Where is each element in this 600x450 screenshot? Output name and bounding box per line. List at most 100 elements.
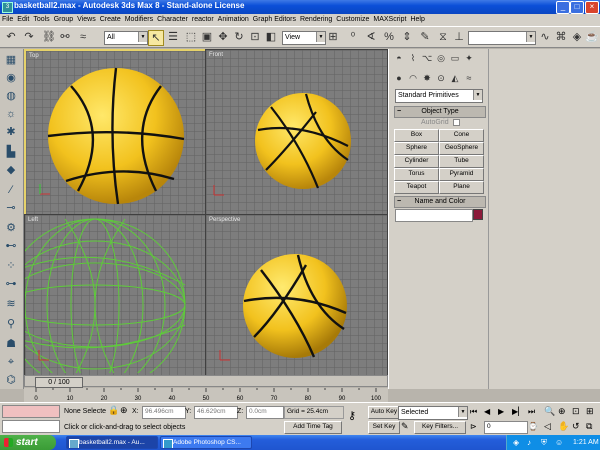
autogrid-checkbox[interactable] bbox=[453, 119, 460, 126]
pivot-point-icon[interactable]: ⊞ bbox=[326, 30, 340, 44]
select-and-scale-icon[interactable]: ⊡ bbox=[248, 30, 262, 44]
torus-button[interactable]: Torus bbox=[394, 168, 439, 181]
snap-toggle-icon[interactable]: ⁰ bbox=[346, 30, 360, 44]
particles-icon[interactable]: ⁘ bbox=[3, 259, 19, 273]
unlink-icon[interactable]: ⚯ bbox=[58, 30, 72, 44]
x-coordinate-field[interactable]: 96.496cm bbox=[142, 406, 186, 419]
select-manipulate-icon[interactable]: ◧ bbox=[264, 30, 278, 44]
spacewarps-subtab-icon[interactable]: ≈ bbox=[463, 72, 475, 84]
go-to-end-icon[interactable]: ⏭ bbox=[528, 406, 535, 417]
time-slider-thumb[interactable]: 0 / 100 bbox=[35, 377, 83, 388]
lights-icon[interactable]: ☼ bbox=[3, 107, 19, 121]
create-tab-icon[interactable]: ◓ bbox=[393, 52, 405, 64]
schematic-view-icon[interactable]: ⌘ bbox=[554, 30, 568, 44]
set-key-button[interactable]: Set Key bbox=[368, 421, 400, 434]
go-to-start-icon[interactable]: ⏮ bbox=[470, 406, 477, 417]
render-icon[interactable]: ☕ bbox=[585, 30, 599, 44]
zoom-icon[interactable]: 🔍 bbox=[544, 406, 555, 417]
menu-tools[interactable]: Tools bbox=[31, 14, 51, 26]
align-icon[interactable]: ⊥ bbox=[452, 30, 466, 44]
security-icon[interactable]: ⛨ bbox=[541, 435, 547, 450]
key-mode-dropdown[interactable]: Selected ▼ bbox=[398, 406, 468, 420]
motion-tab-icon[interactable]: ◎ bbox=[435, 52, 447, 64]
maxscript-mini-listener[interactable] bbox=[2, 420, 60, 433]
menu-rendering[interactable]: Rendering bbox=[298, 14, 334, 26]
viewport-left[interactable]: Left bbox=[24, 214, 206, 376]
select-by-name-icon[interactable]: ☰ bbox=[166, 30, 180, 44]
menu-reactor[interactable]: reactor bbox=[190, 14, 216, 26]
objects-icon[interactable]: ▦ bbox=[3, 53, 19, 67]
key-filters-button[interactable]: Key Filters... bbox=[414, 421, 466, 434]
zoom-extents-icon[interactable]: ⊡ bbox=[572, 406, 580, 417]
helpers-icon[interactable]: ▙ bbox=[3, 145, 19, 159]
field-of-view-icon[interactable]: ◁ bbox=[544, 421, 551, 432]
network-icon[interactable]: ◈ bbox=[513, 435, 519, 450]
add-time-tag-button[interactable]: Add Time Tag bbox=[284, 421, 342, 434]
zoom-extents-all-icon[interactable]: ⊞ bbox=[586, 406, 594, 417]
viewport-perspective[interactable]: Perspective bbox=[205, 214, 388, 376]
arc-rotate-icon[interactable]: ↺ bbox=[572, 421, 580, 432]
object-color-swatch[interactable] bbox=[473, 209, 483, 220]
pyramid-button[interactable]: Pyramid bbox=[439, 168, 484, 181]
utilities-tab-icon[interactable]: ✦ bbox=[463, 52, 475, 64]
hierarchy-tab-icon[interactable]: ⌥ bbox=[421, 52, 433, 64]
bind-space-warp-icon[interactable]: ≈ bbox=[76, 30, 90, 44]
select-and-rotate-icon[interactable]: ↻ bbox=[232, 30, 246, 44]
window-crossing-icon[interactable]: ▣ bbox=[200, 30, 214, 44]
character-icon[interactable]: ⚲ bbox=[3, 317, 19, 331]
modify-tab-icon[interactable]: ⌇ bbox=[407, 52, 419, 64]
pan-icon[interactable]: ✋ bbox=[558, 421, 569, 432]
shapes-icon[interactable]: ◉ bbox=[3, 71, 19, 85]
menu-group[interactable]: Group bbox=[52, 14, 75, 26]
current-frame-field[interactable]: 0 bbox=[484, 421, 528, 434]
maximize-button[interactable]: □ bbox=[570, 1, 584, 14]
object-name-input[interactable] bbox=[395, 209, 473, 222]
plane-button[interactable]: Plane bbox=[439, 181, 484, 194]
key-mode-toggle-icon[interactable]: ⊳ bbox=[470, 421, 477, 432]
angle-snap-icon[interactable]: ∢ bbox=[364, 30, 378, 44]
track-bar[interactable]: 0 10 20 30 40 50 60 70 80 90 100 bbox=[24, 388, 388, 402]
reference-coordinate-dropdown[interactable]: View ▼ bbox=[282, 31, 326, 45]
curve-editor-icon[interactable]: ∿ bbox=[538, 30, 552, 44]
region-select-icon[interactable]: ⬚ bbox=[184, 30, 198, 44]
menu-customize[interactable]: Customize bbox=[334, 14, 371, 26]
menu-file[interactable]: File bbox=[0, 14, 15, 26]
modifiers-icon[interactable]: ∕ bbox=[3, 183, 19, 197]
spinner-snap-icon[interactable]: ⇕ bbox=[400, 30, 414, 44]
controllers-icon[interactable]: ⊷ bbox=[3, 239, 19, 253]
cameras-icon[interactable]: ✱ bbox=[3, 125, 19, 139]
start-button[interactable]: start bbox=[0, 435, 56, 450]
display-tab-icon[interactable]: ▭ bbox=[449, 52, 461, 64]
helpers-subtab-icon[interactable]: ◭ bbox=[449, 72, 461, 84]
menu-help[interactable]: Help bbox=[408, 14, 426, 26]
taskbar-item-photoshop[interactable]: Adobe Photoshop CS... bbox=[160, 436, 252, 449]
geometry-icon[interactable]: ● bbox=[393, 72, 405, 84]
select-and-link-icon[interactable]: ⛓ bbox=[42, 30, 56, 44]
hierarchy-icon[interactable]: ⌬ bbox=[3, 373, 19, 387]
compounds-icon[interactable]: ◍ bbox=[3, 89, 19, 103]
menu-create[interactable]: Create bbox=[98, 14, 123, 26]
selection-filter-dropdown[interactable]: All ▼ bbox=[104, 31, 148, 45]
viewport-front[interactable]: Front bbox=[205, 49, 388, 215]
menu-edit[interactable]: Edit bbox=[15, 14, 31, 26]
select-and-move-icon[interactable]: ✥ bbox=[216, 30, 230, 44]
menu-animation[interactable]: Animation bbox=[216, 14, 251, 26]
y-coordinate-field[interactable]: 46.629cm bbox=[194, 406, 238, 419]
auto-key-button[interactable]: Auto Key bbox=[368, 406, 400, 419]
custom-tools-icon[interactable]: ⌖ bbox=[3, 355, 19, 369]
cameras-subtab-icon[interactable]: ⊙ bbox=[435, 72, 447, 84]
taskbar-item-3dsmax[interactable]: basketball2.max - Au... bbox=[66, 436, 158, 449]
absolute-mode-icon[interactable]: ⊕ bbox=[120, 405, 128, 416]
spacewarps-icon[interactable]: ◆ bbox=[3, 163, 19, 177]
modeling-icon[interactable]: ⊸ bbox=[3, 201, 19, 215]
sphere-button[interactable]: Sphere bbox=[394, 142, 439, 155]
menu-views[interactable]: Views bbox=[75, 14, 98, 26]
maxscript-listener-field[interactable] bbox=[2, 405, 60, 418]
close-button[interactable]: × bbox=[585, 1, 599, 14]
box-button[interactable]: Box bbox=[394, 129, 439, 142]
minimize-button[interactable]: _ bbox=[556, 1, 570, 14]
z-coordinate-field[interactable]: 0.0cm bbox=[246, 406, 284, 419]
name-and-color-rollout[interactable]: − Name and Color bbox=[394, 196, 486, 208]
menu-modifiers[interactable]: Modifiers bbox=[123, 14, 155, 26]
messenger-icon[interactable]: ☺ bbox=[555, 435, 563, 450]
